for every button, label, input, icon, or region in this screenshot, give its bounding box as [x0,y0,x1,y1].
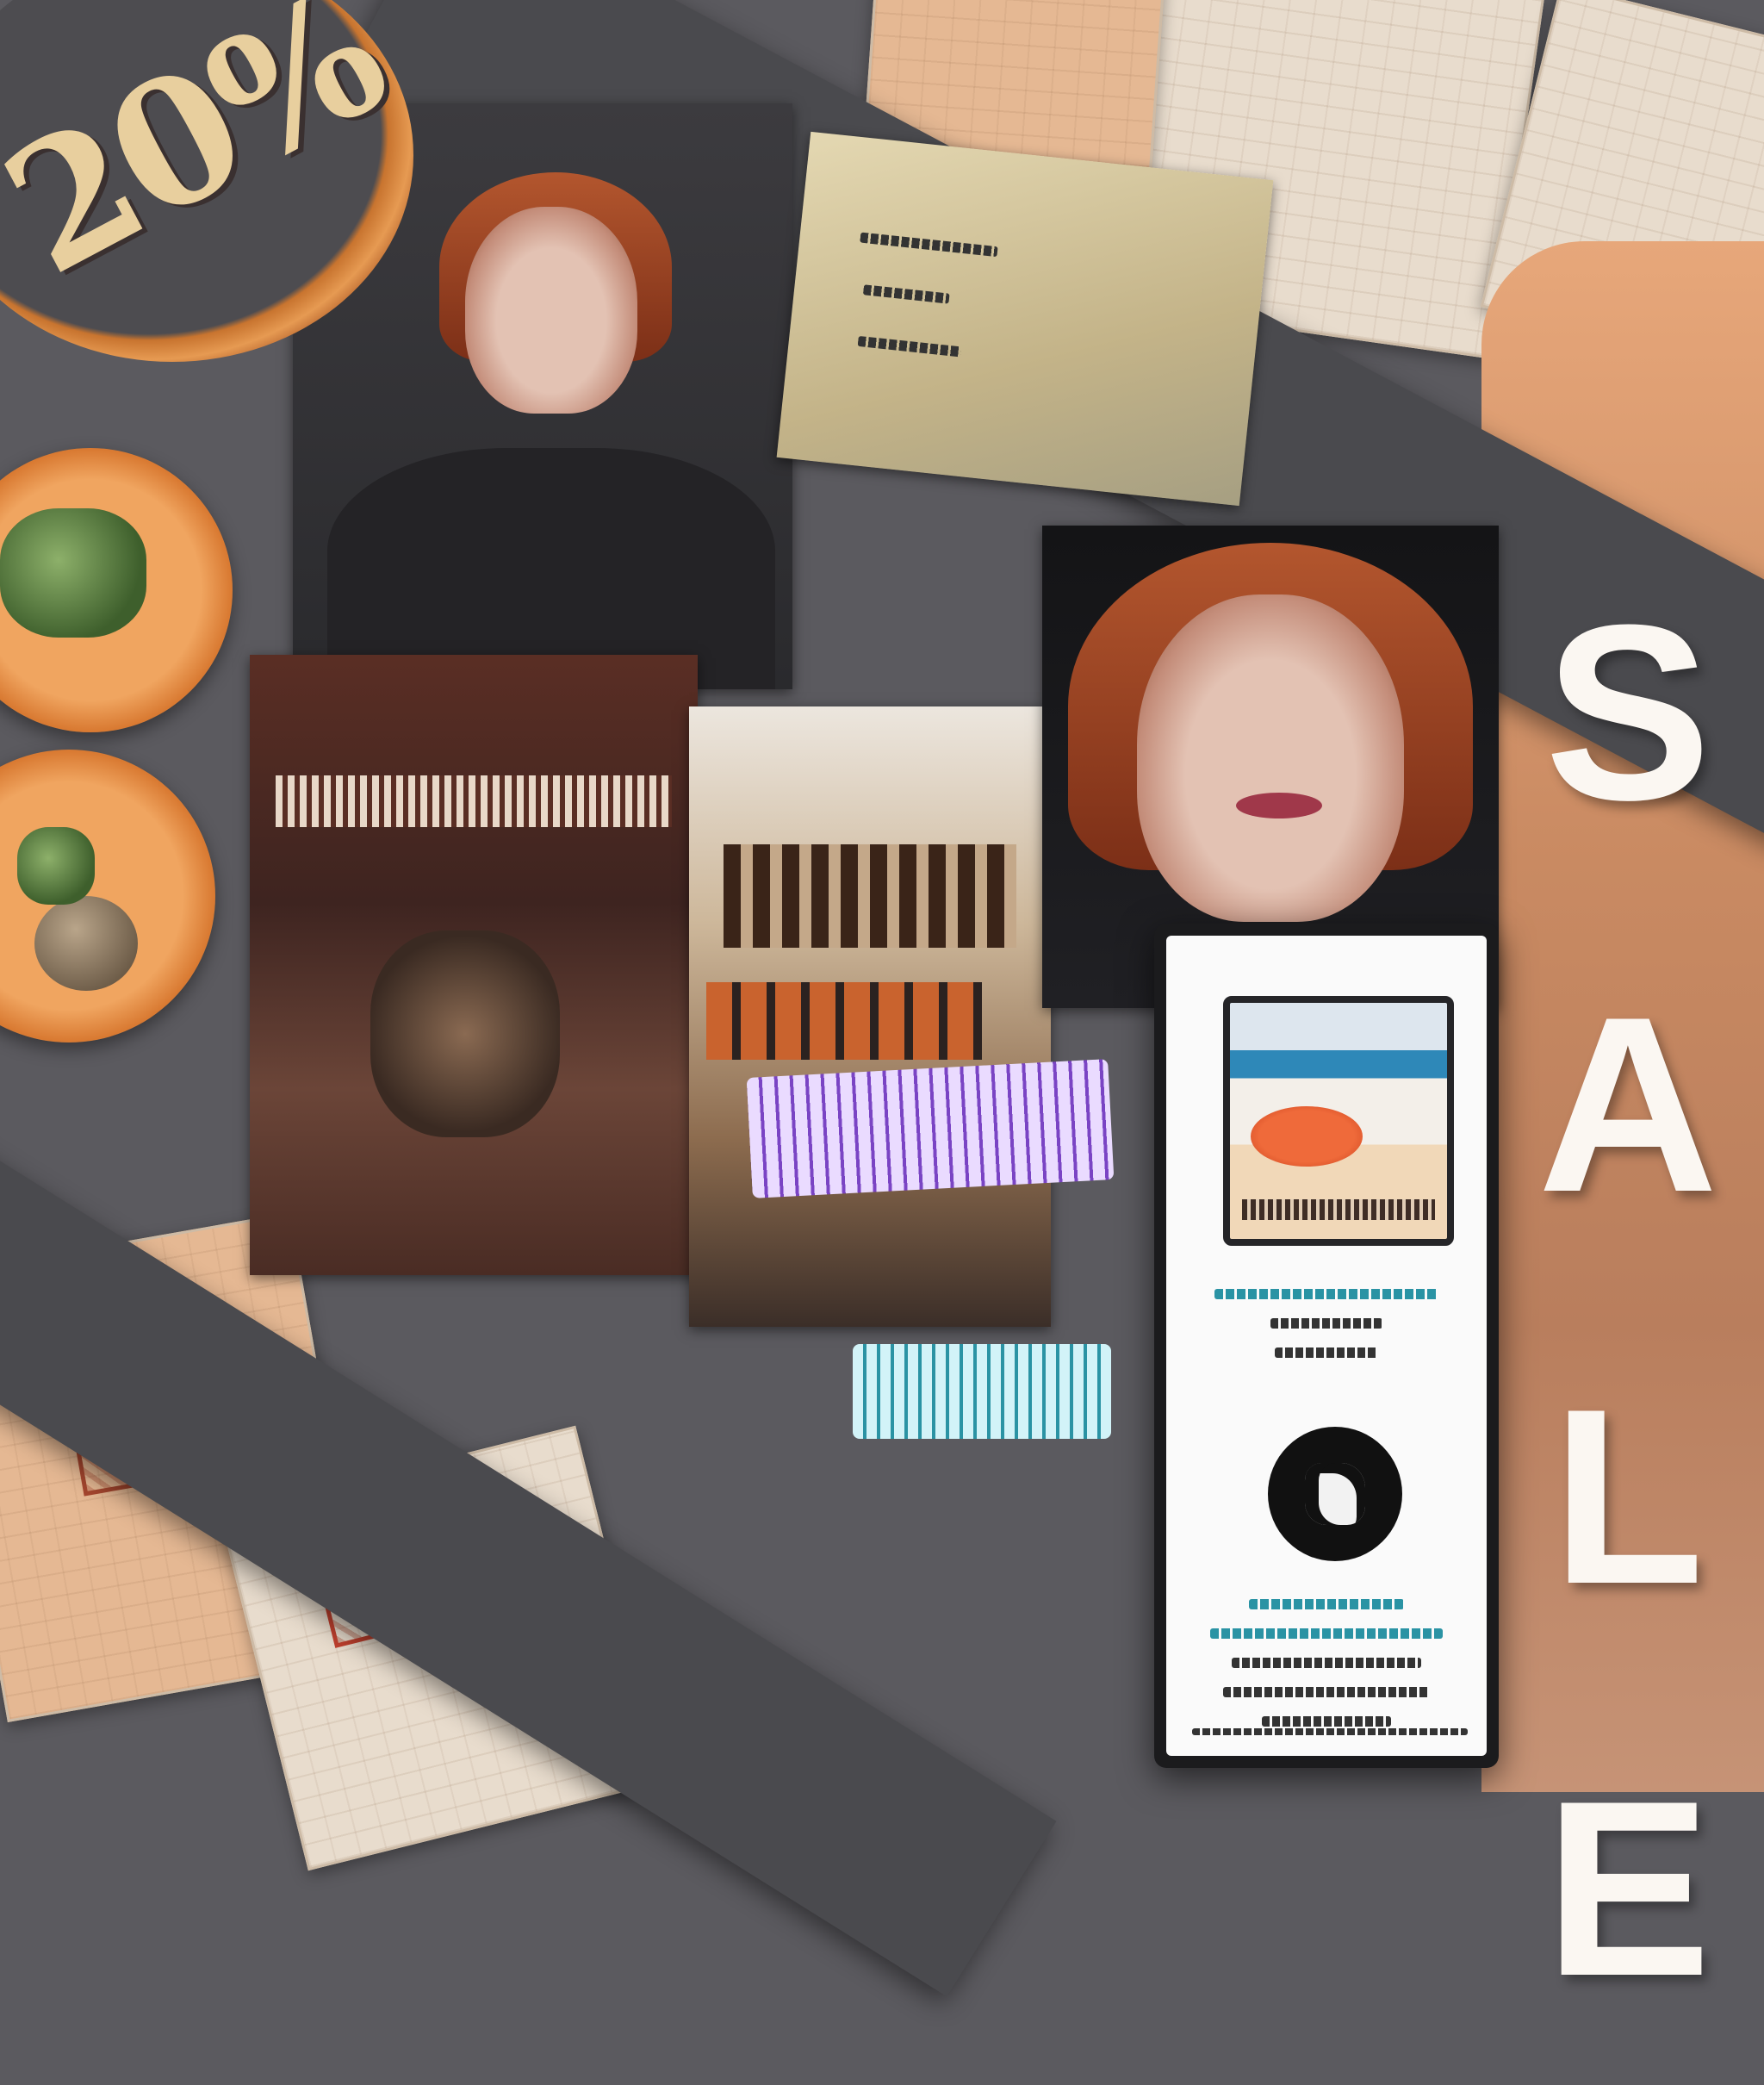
food-plate-icon [0,448,233,732]
food-plate-icon [0,750,215,1042]
food-item [34,896,138,991]
phone-mockup [1154,924,1499,1768]
phone-footer-line [1192,1728,1468,1754]
phone-text-block [1192,1289,1461,1377]
text-line-graphic [1192,1728,1468,1735]
text-line-graphic [1232,1658,1421,1668]
food-item [17,827,95,905]
sale-letter: L [1551,1357,1705,1636]
phone-text-block [1192,1599,1461,1746]
sale-letter: A [1537,965,1718,1244]
sale-letter: S [1544,573,1711,852]
text-line-graphic [1214,1289,1438,1299]
figure-face [1137,594,1404,922]
collage-photo [776,131,1274,507]
sign-text-graphic [862,284,950,304]
teal-sign [853,1344,1111,1439]
shop-interior [370,930,560,1137]
text-line-graphic [1275,1347,1378,1358]
purple-sign [746,1059,1115,1198]
shop-interior [276,775,672,827]
thumbnail-stamp [1251,1106,1363,1167]
text-line-graphic [1223,1687,1430,1697]
phone-screen [1166,936,1487,1756]
shelf-graphic [706,982,982,1060]
shelf-graphic [724,844,1016,948]
sale-headline: S A L E [1516,517,1740,2085]
sign-text-graphic [860,232,998,258]
brand-logo-icon [1268,1427,1402,1561]
text-line-graphic [1270,1318,1382,1329]
product-thumbnail [1223,996,1454,1246]
sale-letter: E [1544,1749,1711,2028]
collage-photo [250,655,698,1275]
text-line-graphic [1210,1628,1443,1639]
collage-photo [689,706,1051,1327]
thumbnail-bar [1242,1199,1435,1220]
sign-text-graphic [857,335,962,358]
text-line-graphic [1249,1599,1404,1609]
food-item [0,508,146,638]
figure-coat [327,448,775,689]
text-line-graphic [1262,1716,1391,1727]
figure-face [465,207,637,414]
figure-lips [1236,793,1322,818]
